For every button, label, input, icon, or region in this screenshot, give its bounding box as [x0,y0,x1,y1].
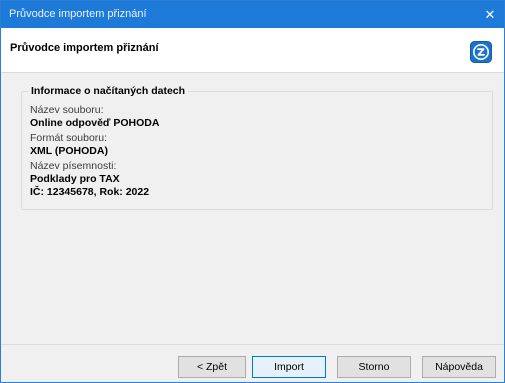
file-format-label: Formát souboru: [30,132,108,144]
file-name-label: Název souboru: [30,104,104,116]
cancel-button[interactable]: Storno [337,356,411,378]
document-name-value: Podklady pro TAX [30,173,120,185]
footer-separator [1,344,504,345]
info-groupbox: Informace o načítaných datech Název soub… [21,85,493,210]
back-button[interactable]: < Zpět [178,356,246,378]
info-legend: Informace o načítaných datech [28,85,189,97]
id-year-value: IČ: 12345678, Rok: 2022 [30,186,150,198]
title-bar[interactable]: Průvodce importem přiznání ✕ [1,1,504,28]
import-button[interactable]: Import [252,356,326,378]
help-button[interactable]: Nápověda [422,356,496,378]
file-format-value: XML (POHODA) [30,145,108,157]
window-title: Průvodce importem přiznání [9,8,147,20]
close-icon[interactable]: ✕ [476,1,504,28]
import-wizard-window: Průvodce importem přiznání ✕ Průvodce im… [0,0,505,383]
wizard-heading: Průvodce importem přiznání [10,42,159,54]
file-name-value: Online odpověď POHODA [30,117,160,129]
document-name-label: Název písemnosti: [30,160,117,172]
wizard-header: Průvodce importem přiznání [1,28,504,73]
pohoda-logo-icon [470,41,492,63]
